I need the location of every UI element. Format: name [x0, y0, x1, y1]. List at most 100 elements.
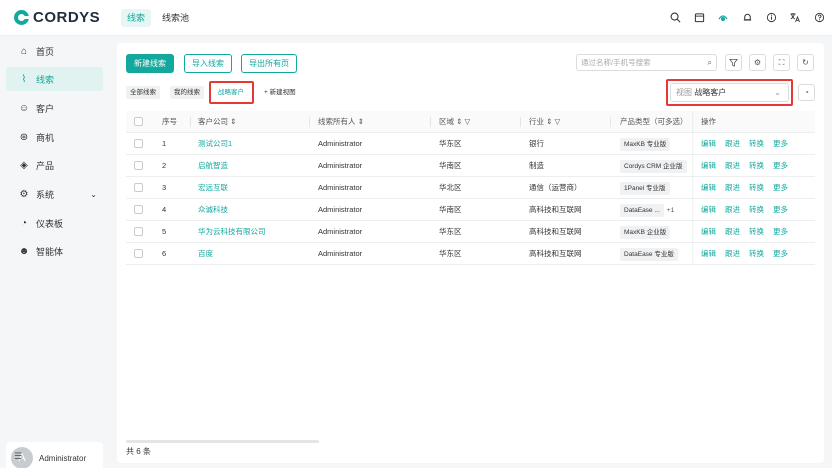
collapse-sidebar-icon[interactable]: ☰ [14, 451, 22, 462]
view-chip-all[interactable]: 全部线索 [126, 86, 160, 99]
more-link[interactable]: 更多 [773, 183, 788, 192]
row-checkbox[interactable] [134, 227, 143, 236]
follow-link[interactable]: 跟进 [725, 227, 740, 236]
sidebar-item-customer[interactable]: ☺ 客户 [6, 96, 103, 120]
edit-link[interactable]: 编辑 [701, 227, 716, 236]
search-placeholder: 通过名称/手机号搜索 [581, 58, 651, 67]
region-cell: 华北区 [439, 183, 462, 192]
import-clue-button[interactable]: 导入线索 [184, 54, 232, 73]
product-icon: ◈ [20, 159, 28, 171]
convert-link[interactable]: 转换 [749, 183, 764, 192]
company-link[interactable]: 宏远互联 [198, 177, 228, 199]
company-link[interactable]: 测试公司1 [198, 133, 232, 155]
follow-link[interactable]: 跟进 [725, 183, 740, 192]
company-link[interactable]: 百度 [198, 243, 213, 265]
new-view-button[interactable]: + 新建视图 [260, 86, 300, 99]
region-cell: 华东区 [439, 249, 462, 258]
view-settings-button[interactable]: ◔ [798, 84, 815, 101]
column-divider [610, 117, 611, 127]
row-checkbox[interactable] [134, 183, 143, 192]
sort-icon: ⇕ [357, 117, 364, 126]
product-cell: Cordys CRM 企业版 [620, 155, 690, 177]
more-link[interactable]: 更多 [773, 205, 788, 214]
filter-icon: ▽ [554, 117, 561, 126]
customer-icon: ☺ [18, 102, 30, 114]
follow-link[interactable]: 跟进 [725, 249, 740, 258]
fullscreen-icon: ⛶ [778, 57, 785, 67]
table-row: 2 启航智造 Administrator 华南区 制造 Cordys CRM 企… [126, 155, 815, 177]
edit-link[interactable]: 编辑 [701, 161, 716, 170]
more-link[interactable]: 更多 [773, 249, 788, 258]
refresh-button[interactable]: ↻ [797, 54, 814, 71]
sidebar-item-system[interactable]: ⚙ 系统 ⌄ [6, 182, 103, 206]
help-icon[interactable] [812, 10, 826, 24]
owner-cell: Administrator [318, 227, 363, 236]
sidebar: ⌂ 首页 ⌇ 线索 ☺ 客户 ⊛ 商机 ◈ 产品 ⚙ 系统 ⌄ ◔ 仪表板 ☻ … [0, 37, 112, 468]
search-icon[interactable] [668, 10, 682, 24]
edit-link[interactable]: 编辑 [701, 249, 716, 258]
export-all-button[interactable]: 导出所有页 [241, 54, 297, 73]
horizontal-scrollbar[interactable] [126, 440, 319, 443]
row-checkbox[interactable] [134, 205, 143, 214]
filter-button[interactable] [725, 54, 742, 71]
tab-clue[interactable]: 线索 [121, 9, 152, 27]
sort-icon: ⇕ [456, 117, 463, 126]
convert-link[interactable]: 转换 [749, 227, 764, 236]
translate-icon[interactable] [788, 10, 802, 24]
logo-text: CORDYS [33, 9, 101, 26]
column-header[interactable]: 区域 ⇕ ▽ [439, 111, 470, 133]
convert-link[interactable]: 转换 [749, 205, 764, 214]
convert-link[interactable]: 转换 [749, 161, 764, 170]
sidebar-item-product[interactable]: ◈ 产品 [6, 153, 103, 177]
filter-icon [729, 58, 738, 67]
follow-link[interactable]: 跟进 [725, 205, 740, 214]
view-chip-mine[interactable]: 我的线索 [170, 86, 204, 99]
edit-link[interactable]: 编辑 [701, 139, 716, 148]
column-divider [190, 117, 191, 127]
company-link[interactable]: 众诚科技 [198, 199, 228, 221]
search-input[interactable]: 通过名称/手机号搜索 ⌕ [576, 54, 717, 71]
follow-link[interactable]: 跟进 [725, 139, 740, 148]
column-header[interactable]: 行业 ⇕ ▽ [529, 111, 560, 133]
row-checkbox[interactable] [134, 249, 143, 258]
table-row: 5 华为云科技有限公司 Administrator 华东区 高科技和互联网 Ma… [126, 221, 815, 243]
sidebar-item-opportunity[interactable]: ⊛ 商机 [6, 125, 103, 149]
more-link[interactable]: 更多 [773, 227, 788, 236]
row-actions: 编辑 跟进 转换 更多 [701, 177, 797, 199]
more-link[interactable]: 更多 [773, 161, 788, 170]
row-checkbox[interactable] [134, 161, 143, 170]
fullscreen-button[interactable]: ⛶ [773, 54, 790, 71]
app-icon[interactable] [716, 10, 730, 24]
select-all-checkbox[interactable] [134, 117, 143, 126]
sidebar-item-dashboard[interactable]: ◔ 仪表板 [6, 211, 103, 235]
sidebar-item-home[interactable]: ⌂ 首页 [6, 39, 103, 63]
table-row: 3 宏远互联 Administrator 华北区 通信（运营商） 1Panel … [126, 177, 815, 199]
convert-link[interactable]: 转换 [749, 249, 764, 258]
sidebar-item-agent[interactable]: ☻ 智能体 [6, 239, 103, 263]
bell-icon[interactable] [740, 10, 754, 24]
highlight-box [209, 81, 254, 104]
new-clue-button[interactable]: 新建线索 [126, 54, 174, 73]
table-header: 序号 客户公司 ⇕ 线索所有人 ⇕ 区域 ⇕ ▽ 行业 ⇕ ▽ 产品类型（可多选… [126, 111, 815, 133]
settings-button[interactable]: ⚙ [749, 54, 766, 71]
tab-clue-pool[interactable]: 线索池 [156, 9, 195, 27]
sidebar-item-label: 系统 [36, 189, 55, 200]
owner-cell: Administrator [318, 205, 363, 214]
follow-link[interactable]: 跟进 [725, 161, 740, 170]
sidebar-item-clue[interactable]: ⌇ 线索 [6, 67, 103, 91]
convert-link[interactable]: 转换 [749, 139, 764, 148]
calendar-icon[interactable] [692, 10, 706, 24]
row-checkbox[interactable] [134, 139, 143, 148]
info-icon[interactable] [764, 10, 778, 24]
column-header[interactable]: 客户公司 ⇕ [198, 111, 236, 133]
clue-icon: ⌇ [21, 73, 27, 85]
view-settings-icon: ◔ [804, 88, 809, 97]
more-link[interactable]: 更多 [773, 139, 788, 148]
edit-link[interactable]: 编辑 [701, 205, 716, 214]
edit-link[interactable]: 编辑 [701, 183, 716, 192]
column-header[interactable]: 线索所有人 ⇕ [318, 111, 364, 133]
user-name: Administrator [39, 453, 87, 463]
app-logo[interactable]: CORDYS [14, 9, 100, 26]
company-link[interactable]: 华为云科技有限公司 [198, 221, 266, 243]
company-link[interactable]: 启航智造 [198, 155, 228, 177]
